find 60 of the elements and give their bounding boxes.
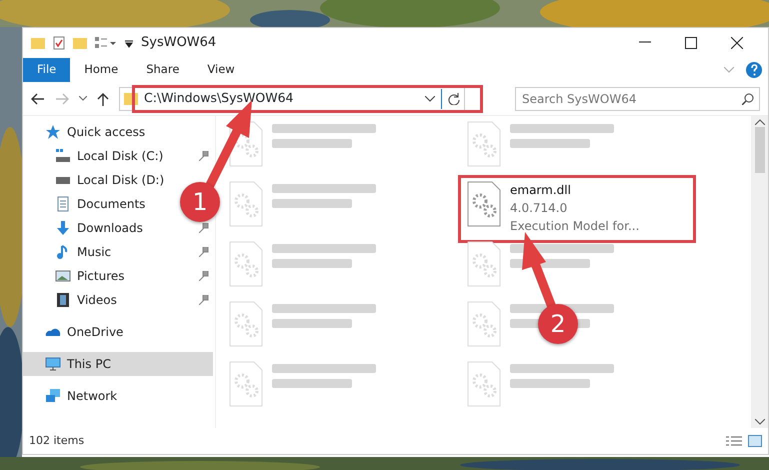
sidebar-item[interactable]: Quick access: [23, 120, 150, 144]
dll-file-icon: [466, 121, 502, 167]
scrollbar-thumb[interactable]: [754, 127, 764, 173]
dll-file-icon: [466, 241, 502, 287]
pin-icon[interactable]: [199, 247, 209, 257]
network-icon: [45, 388, 61, 404]
file-name[interactable]: emarm.dll: [510, 181, 640, 199]
dll-file-icon: [228, 361, 264, 407]
window-title: SysWOW64: [141, 34, 216, 52]
caret-icon[interactable]: [125, 38, 133, 48]
search-field[interactable]: Search SysWOW64: [515, 86, 760, 110]
monitor-icon: [45, 356, 61, 372]
dropdown-icon[interactable]: [425, 96, 435, 102]
download-icon: [55, 220, 71, 236]
item-count: 102 items: [29, 432, 84, 449]
sidebar-item[interactable]: Music: [23, 240, 215, 264]
sidebar-item[interactable]: Local Disk (C:): [23, 144, 215, 168]
maximize-icon[interactable]: [685, 37, 697, 49]
sidebar-item[interactable]: This PC: [23, 352, 213, 376]
document-icon: [55, 196, 71, 212]
sidebar-item[interactable]: Pictures: [23, 264, 215, 288]
picture-icon: [55, 268, 71, 284]
pin-icon[interactable]: [199, 151, 209, 161]
search-icon: [742, 92, 754, 104]
sidebar-item[interactable]: Documents: [23, 192, 150, 216]
pin-icon[interactable]: [199, 295, 209, 305]
recent-icon[interactable]: [79, 96, 87, 102]
dll-file-icon: [466, 361, 502, 407]
dll-file-icon: [466, 301, 502, 347]
sidebar-item[interactable]: Network: [23, 384, 122, 408]
film-icon: [55, 292, 71, 308]
address-path: C:\Windows\SysWOW64: [144, 89, 294, 108]
sidebar-item[interactable]: OneDrive: [23, 320, 128, 344]
ribbon-tab[interactable]: Share: [132, 58, 194, 82]
ribbon-tab[interactable]: View: [193, 58, 249, 82]
details-view-icon[interactable]: [726, 435, 742, 447]
properties-icon[interactable]: [53, 36, 65, 50]
refresh-icon[interactable]: [448, 92, 460, 104]
dll-file-icon: [228, 301, 264, 347]
pin-icon[interactable]: [199, 271, 209, 281]
dll-file-icon: [228, 241, 264, 287]
scroll-up-icon[interactable]: [754, 119, 764, 125]
drive-icon: [55, 148, 71, 164]
close-icon[interactable]: [731, 37, 743, 49]
view-menu-icon[interactable]: [95, 36, 117, 50]
sidebar-item[interactable]: Videos: [23, 288, 215, 312]
tiles-view-icon[interactable]: [748, 435, 762, 447]
pin-icon[interactable]: [199, 223, 209, 233]
dll-file-icon: [228, 181, 264, 227]
help-icon[interactable]: [746, 62, 762, 78]
scroll-down-icon[interactable]: [754, 419, 764, 425]
dll-file-icon: [466, 181, 502, 227]
ribbon-tab[interactable]: Home: [70, 58, 132, 82]
ribbon-tab[interactable]: File: [23, 58, 70, 82]
sidebar-item[interactable]: Local Disk (D:): [23, 168, 168, 192]
file-detail: 4.0.714.0: [510, 200, 568, 217]
file-detail: Execution Model for...: [510, 218, 640, 235]
up-icon[interactable]: [97, 92, 109, 106]
star-icon: [45, 124, 61, 140]
back-icon[interactable]: [31, 92, 45, 104]
